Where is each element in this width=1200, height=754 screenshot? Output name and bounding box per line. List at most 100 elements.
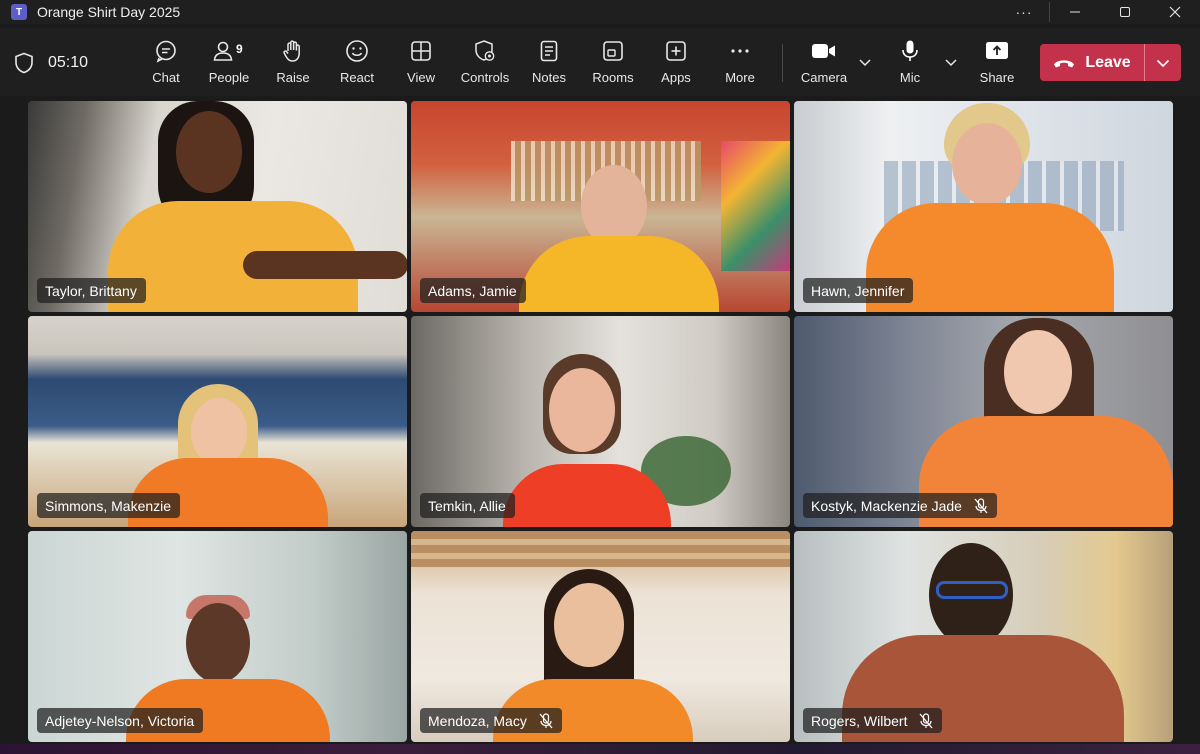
participant-glasses (936, 581, 1008, 599)
window-title: Orange Shirt Day 2025 (37, 4, 181, 20)
participant-arm (243, 251, 407, 279)
background-mural (721, 141, 790, 271)
leave-button[interactable]: Leave (1040, 44, 1144, 81)
notes-label: Notes (532, 70, 566, 85)
leave-options-button[interactable] (1145, 44, 1181, 81)
people-icon: 9 (208, 38, 250, 64)
minimize-icon (1070, 11, 1080, 13)
close-button[interactable] (1150, 0, 1200, 24)
participant-name-badge: Taylor, Brittany (37, 278, 146, 303)
add-app-icon (663, 38, 689, 64)
chat-label: Chat (152, 70, 180, 85)
participant-face (191, 398, 247, 466)
minimize-button[interactable] (1050, 0, 1100, 24)
share-label: Share (979, 70, 1015, 85)
participant-tile[interactable]: Mendoza, Macy (411, 531, 790, 742)
participant-face (1004, 330, 1072, 414)
participant-name: Mendoza, Macy (428, 712, 527, 729)
video-grid: Taylor, Brittany Adams, Jamie Hawn, Jenn… (28, 101, 1173, 742)
participant-name-badge: Mendoza, Macy (420, 708, 562, 733)
people-count-badge: 9 (236, 42, 243, 56)
raise-hand-button[interactable]: Raise (275, 38, 311, 90)
people-label: People (208, 70, 250, 85)
participant-name: Taylor, Brittany (45, 282, 137, 299)
participant-name: Adams, Jamie (428, 282, 517, 299)
share-screen-icon (984, 38, 1010, 64)
leave-button-group: Leave (1040, 44, 1181, 81)
participant-name: Rogers, Wilbert (811, 712, 908, 729)
participant-name: Kostyk, Mackenzie Jade (811, 497, 962, 514)
react-button[interactable]: React (339, 38, 375, 90)
participant-tile[interactable]: Adjetey-Nelson, Victoria (28, 531, 407, 742)
chevron-down-icon (1156, 59, 1170, 67)
breakout-rooms-icon (600, 38, 626, 64)
apps-button[interactable]: Apps (660, 38, 692, 90)
title-bar: T Orange Shirt Day 2025 ··· (0, 0, 1200, 24)
notes-button[interactable]: Notes (531, 38, 567, 90)
participant-name-badge: Temkin, Allie (420, 493, 515, 518)
controls-button[interactable]: Controls (459, 38, 511, 90)
mic-off-icon (974, 497, 988, 513)
camera-label: Camera (800, 70, 848, 85)
close-icon (1169, 6, 1181, 18)
chat-icon (153, 38, 179, 64)
mic-off-icon (919, 712, 933, 728)
camera-button[interactable]: Camera (801, 38, 847, 90)
mic-options-chevron-icon[interactable] (943, 54, 959, 70)
camera-icon (811, 38, 837, 64)
participant-tile[interactable]: Hawn, Jennifer (794, 101, 1173, 312)
view-label: View (407, 70, 435, 85)
participant-name: Simmons, Makenzie (45, 497, 172, 514)
participant-tile[interactable]: Kostyk, Mackenzie Jade (794, 316, 1173, 527)
smiley-icon (344, 38, 370, 64)
chat-button[interactable]: Chat (149, 38, 183, 90)
mic-label: Mic (899, 70, 921, 85)
mic-off-icon (539, 712, 553, 728)
hand-icon (280, 38, 306, 64)
share-button[interactable]: Share (980, 38, 1014, 90)
participant-tile[interactable]: Rogers, Wilbert (794, 531, 1173, 742)
background-beams (411, 531, 790, 567)
participant-tile[interactable]: Simmons, Makenzie (28, 316, 407, 527)
participant-name: Temkin, Allie (428, 497, 506, 514)
rooms-button[interactable]: Rooms (592, 38, 634, 90)
participant-tile[interactable]: Taylor, Brittany (28, 101, 407, 312)
participant-face (186, 603, 250, 683)
participant-name: Adjetey-Nelson, Victoria (45, 712, 195, 729)
participant-face (554, 583, 624, 667)
hang-up-icon (1054, 59, 1075, 67)
teams-icon: T (11, 4, 27, 20)
participant-face (176, 111, 242, 193)
raise-label: Raise (276, 70, 310, 85)
meeting-toolbar: 05:10 Chat 9 People Raise React View Con… (0, 28, 1200, 96)
grid-view-icon (408, 38, 434, 64)
notes-icon (536, 38, 562, 64)
maximize-icon (1120, 7, 1130, 17)
shield-gear-icon (472, 38, 498, 64)
participant-face (549, 368, 615, 452)
participant-name-badge: Kostyk, Mackenzie Jade (803, 493, 997, 518)
more-icon (727, 38, 753, 64)
participant-name-badge: Hawn, Jennifer (803, 278, 914, 303)
participant-name: Hawn, Jennifer (811, 282, 905, 299)
shield-icon[interactable] (14, 52, 34, 74)
more-label: More (725, 70, 755, 85)
participant-tile[interactable]: Temkin, Allie (411, 316, 790, 527)
participant-tile[interactable]: Adams, Jamie (411, 101, 790, 312)
apps-label: Apps (661, 70, 691, 85)
window-controls: ··· (999, 0, 1200, 24)
maximize-button[interactable] (1100, 0, 1150, 24)
view-button[interactable]: View (405, 38, 437, 90)
more-options-icon[interactable]: ··· (999, 0, 1049, 24)
react-label: React (340, 70, 374, 85)
leave-label: Leave (1085, 53, 1131, 71)
controls-label: Controls (460, 70, 510, 85)
participant-name-badge: Rogers, Wilbert (803, 708, 943, 733)
participant-face (581, 165, 647, 247)
more-button[interactable]: More (723, 38, 757, 90)
people-button[interactable]: 9 People (208, 38, 250, 90)
mic-button[interactable]: Mic (897, 38, 923, 90)
microphone-icon (897, 38, 923, 64)
meeting-timer: 05:10 (48, 54, 89, 71)
camera-options-chevron-icon[interactable] (857, 54, 873, 70)
